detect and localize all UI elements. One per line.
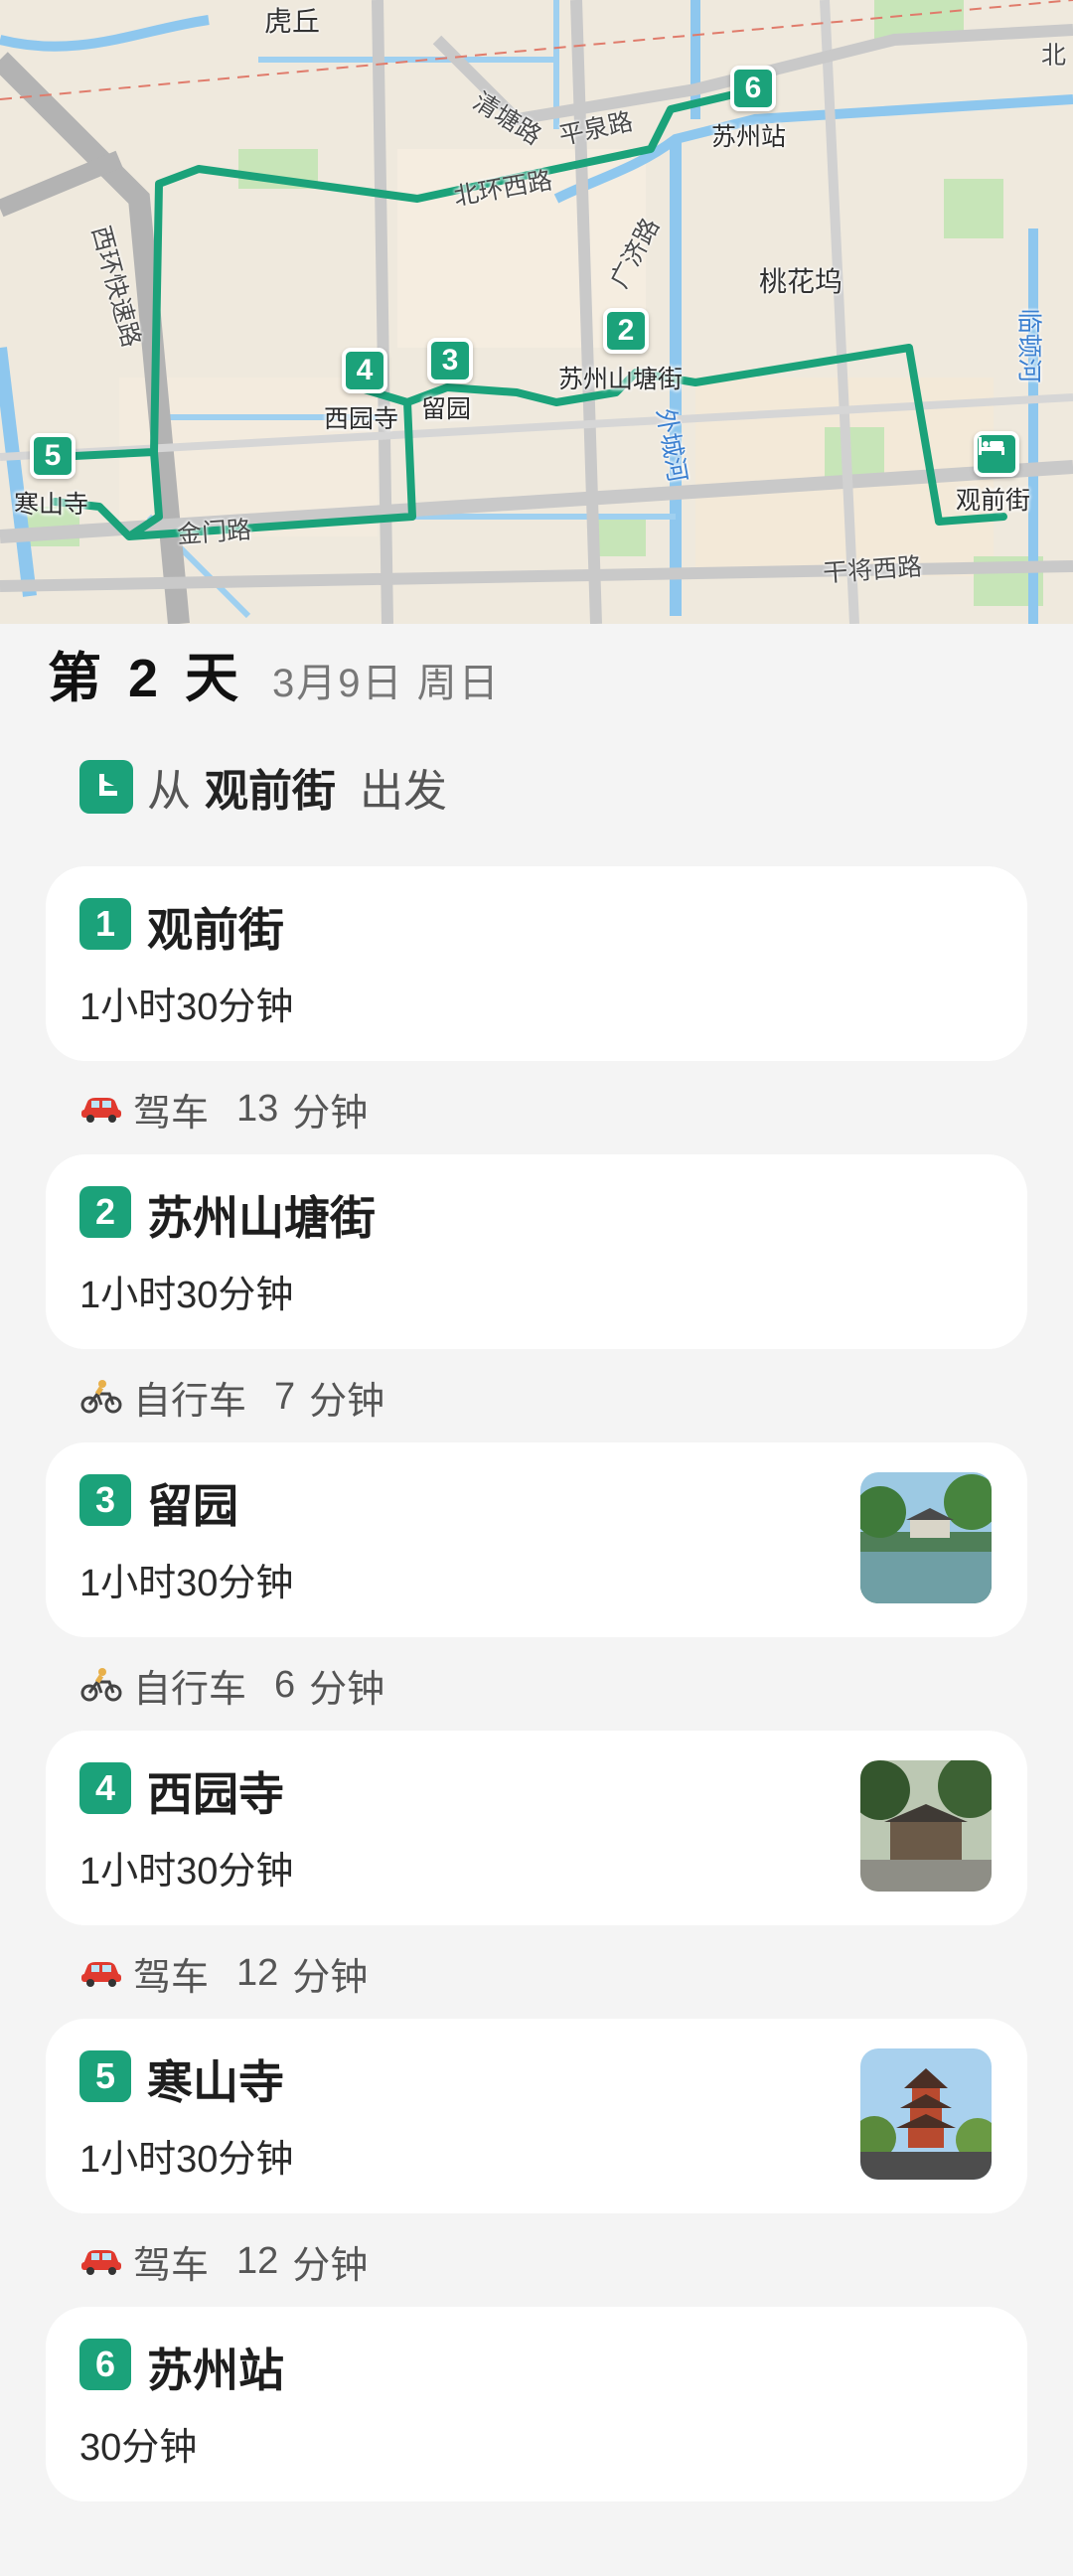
day-header: 第 2 天 3月9日 周日: [48, 634, 501, 708]
map-pin-label-2: 苏州山塘街: [558, 366, 684, 393]
stop-name: 留园: [147, 1480, 238, 1532]
stop-name: 西园寺: [147, 1768, 284, 1820]
stop-name: 寒山寺: [147, 2056, 284, 2108]
stop-card-4[interactable]: 4 西园寺 1小时30分钟: [46, 1731, 1027, 1925]
day-title: 第 2 天: [48, 649, 245, 708]
stop-number: 3: [79, 1474, 131, 1526]
transit-unit: 分钟: [309, 1668, 385, 1711]
stop-name: 观前街: [147, 904, 284, 956]
transit-row-1: 驾车 13 分钟: [79, 1079, 368, 1138]
stop-duration: 1小时30分钟: [79, 1563, 294, 1604]
departure-row: 从 观前街 出发: [79, 757, 447, 817]
transit-unit: 分钟: [292, 1956, 369, 1999]
departure-suffix: 出发: [360, 767, 447, 816]
stop-card-5[interactable]: 5 寒山寺 1小时30分钟: [46, 2019, 1027, 2213]
transit-mode: 驾车: [133, 1956, 210, 1999]
map-label-jinmen-road: 金门路: [176, 516, 253, 549]
transit-mode: 自行车: [133, 1380, 247, 1423]
transit-unit: 分钟: [309, 1380, 385, 1423]
map-pin-6[interactable]: 6: [730, 66, 776, 111]
map-pin-3[interactable]: 3: [427, 338, 473, 383]
departure-place: 观前街: [205, 767, 336, 816]
map-pin-label-5: 寒山寺: [14, 491, 89, 519]
map-base: [0, 0, 1073, 624]
stop-thumbnail[interactable]: [860, 1472, 992, 1603]
bed-icon: [979, 437, 1004, 455]
transit-row-5: 驾车 12 分钟: [79, 2231, 368, 2291]
stop-card-6[interactable]: 6 苏州站 30分钟: [46, 2307, 1027, 2501]
transit-time: 7: [274, 1375, 296, 1418]
departure-prefix: 从: [147, 767, 191, 816]
map-pin-label-1: 观前街: [956, 487, 1031, 515]
stop-thumbnail[interactable]: [860, 2048, 992, 2180]
temple-photo: [860, 1760, 992, 1892]
map-pin-4[interactable]: 4: [342, 348, 387, 393]
map-pin-label-6: 苏州站: [711, 123, 787, 151]
stop-name: 苏州站: [147, 2345, 284, 2396]
route-map[interactable]: 虎丘 清塘路 平泉路 北环西路 西环快速路 广济路 桃花坞 临顿河 外城河 金门…: [0, 0, 1073, 624]
car-icon: [81, 2250, 121, 2275]
map-label-bei: 北: [1041, 42, 1067, 70]
stop-name: 苏州山塘街: [147, 1192, 376, 1244]
stop-duration: 1小时30分钟: [79, 1275, 294, 1316]
map-pin-label-3: 留园: [421, 395, 472, 423]
stop-duration: 1小时30分钟: [79, 986, 294, 1028]
stop-number: 1: [79, 898, 131, 950]
transit-unit: 分钟: [292, 2244, 369, 2287]
transit-time: 13: [236, 1087, 279, 1130]
map-label-ganjiang-west-road: 干将西路: [822, 552, 924, 588]
bicycle-icon: [80, 1668, 122, 1702]
stop-duration: 1小时30分钟: [79, 1851, 294, 1893]
car-icon: [81, 1962, 121, 1987]
stop-card-1[interactable]: 1 观前街 1小时30分钟: [46, 866, 1027, 1061]
stop-number: 4: [79, 1762, 131, 1814]
stop-duration: 30分钟: [79, 2427, 198, 2469]
transit-time: 12: [236, 1951, 279, 1994]
garden-photo: [860, 1472, 992, 1603]
stop-number: 5: [79, 2050, 131, 2102]
transit-row-4: 驾车 12 分钟: [79, 1943, 368, 2003]
departure-icon: [79, 760, 133, 814]
transit-mode: 驾车: [133, 1092, 210, 1135]
bicycle-icon: [80, 1380, 122, 1414]
transit-time: 12: [236, 2239, 279, 2282]
stop-duration: 1小时30分钟: [79, 2139, 294, 2181]
map-label-huqiu: 虎丘: [264, 6, 321, 37]
map-pin-2[interactable]: 2: [603, 308, 649, 354]
hotel-pin[interactable]: [974, 431, 1019, 477]
map-label-linton-river: 临顿河: [1014, 308, 1043, 383]
transit-unit: 分钟: [292, 1092, 369, 1135]
transit-mode: 自行车: [133, 1668, 247, 1711]
day-date: 3月9日 周日: [272, 662, 501, 705]
car-icon: [81, 1098, 121, 1123]
stop-card-2[interactable]: 2 苏州山塘街 1小时30分钟: [46, 1154, 1027, 1349]
stop-card-3[interactable]: 3 留园 1小时30分钟: [46, 1442, 1027, 1637]
stop-number: 6: [79, 2339, 131, 2390]
pagoda-photo: [860, 2048, 992, 2180]
map-pin-label-4: 西园寺: [324, 405, 399, 433]
stop-number: 2: [79, 1186, 131, 1238]
transit-time: 6: [274, 1663, 296, 1706]
stop-thumbnail[interactable]: [860, 1760, 992, 1892]
transit-mode: 驾车: [133, 2244, 210, 2287]
transit-row-3: 自行车 6 分钟: [79, 1655, 384, 1715]
map-pin-5[interactable]: 5: [30, 433, 76, 479]
transit-row-2: 自行车 7 分钟: [79, 1367, 384, 1427]
map-label-taohuawu: 桃花坞: [759, 266, 843, 297]
